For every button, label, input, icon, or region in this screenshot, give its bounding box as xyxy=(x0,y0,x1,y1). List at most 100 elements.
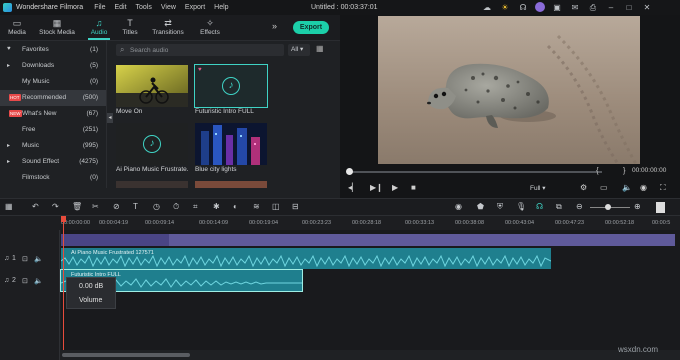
layout-icon[interactable]: ▦ xyxy=(5,202,13,211)
hot-badge: HOT xyxy=(9,94,21,101)
category-my-music[interactable]: My Music (0) xyxy=(0,74,106,90)
sun-icon[interactable]: ☀ xyxy=(499,2,511,13)
category-recommended[interactable]: HOT Recommended (500) xyxy=(0,90,106,106)
text-icon[interactable]: T xyxy=(133,202,138,211)
stop-icon[interactable]: ■ xyxy=(411,183,416,192)
menu-edit[interactable]: Edit xyxy=(114,4,126,11)
avatar-icon[interactable] xyxy=(535,2,545,12)
split-screen-icon[interactable]: ⊟ xyxy=(292,202,299,211)
expand-arrow-icon[interactable]: ▸ xyxy=(7,142,10,149)
menu-export[interactable]: Export xyxy=(185,4,205,11)
grid-view-icon[interactable]: ▦ xyxy=(316,44,324,53)
tab-media[interactable]: ▭ Media xyxy=(6,17,28,36)
export-button[interactable]: Export xyxy=(293,21,329,34)
panel-toggle-icon[interactable] xyxy=(656,202,665,213)
audio-clip-ai-piano[interactable]: Ai Piano Music Frustrated 127571 xyxy=(61,248,551,269)
expand-arrow-icon[interactable]: ▸ xyxy=(7,62,10,69)
city-lights-image xyxy=(195,123,267,165)
render-icon[interactable]: ◉ xyxy=(455,202,462,211)
settings-icon[interactable]: ⚙ xyxy=(580,183,587,192)
headset-icon[interactable]: ☊ xyxy=(517,2,529,13)
video-preview[interactable] xyxy=(378,16,640,164)
lock-icon[interactable]: ⊡ xyxy=(22,277,28,285)
category-sound-effect[interactable]: ▸ Sound Effect (4275) xyxy=(0,154,106,170)
split-icon[interactable]: ⊘ xyxy=(113,202,120,211)
timer-icon[interactable]: ⏱ xyxy=(173,202,179,212)
delete-icon[interactable]: 🗑 xyxy=(72,202,82,211)
zoom-in-icon[interactable]: ⊕ xyxy=(634,202,641,211)
media-thumb-partial[interactable] xyxy=(195,181,267,188)
redo-icon[interactable]: ↷ xyxy=(52,202,59,211)
category-downloads[interactable]: ▸ Downloads (5) xyxy=(0,58,106,74)
more-tabs-icon[interactable]: » xyxy=(272,21,277,31)
mic-icon[interactable]: 🎙 xyxy=(516,202,526,211)
expand-arrow-icon[interactable]: ▸ xyxy=(7,158,10,165)
fullscreen-icon[interactable]: ⛶ xyxy=(660,183,666,193)
display-icon[interactable]: ▭ xyxy=(600,183,608,192)
tab-audio[interactable]: ♫ Audio xyxy=(88,17,110,40)
collapse-panel-icon[interactable]: ◂ xyxy=(107,113,113,123)
tab-stock-media[interactable]: ▦ Stock Media xyxy=(39,17,75,36)
filter-select[interactable]: All ▾ xyxy=(288,44,310,56)
mask-icon[interactable]: ◫ xyxy=(272,202,280,211)
media-thumb-blue-city-lights[interactable] xyxy=(195,123,267,165)
video-clip[interactable] xyxy=(61,234,675,246)
video-clip-selection[interactable] xyxy=(61,234,169,246)
gift-icon[interactable]: ▣ xyxy=(551,2,563,13)
category-free[interactable]: Free (251) xyxy=(0,122,106,138)
category-favorites[interactable]: ♥ Favorites (1) xyxy=(0,42,106,58)
playhead[interactable] xyxy=(63,218,64,350)
menu-file[interactable]: File xyxy=(94,4,105,11)
timeline-ruler[interactable]: 00:00:00:00 00:00:04:19 00:00:09:14 00:0… xyxy=(0,216,680,230)
category-music[interactable]: ▸ Music (995) xyxy=(0,138,106,154)
speaker-icon[interactable]: 🔈 xyxy=(34,255,43,263)
undo-icon[interactable]: ↶ xyxy=(32,202,39,211)
freeze-icon[interactable]: ✱ xyxy=(213,202,220,211)
maximize-icon[interactable]: □ xyxy=(623,2,635,13)
app-name: Wondershare Filmora xyxy=(16,4,84,11)
close-icon[interactable]: ✕ xyxy=(641,2,653,13)
menu-view[interactable]: View xyxy=(161,4,176,11)
volume-icon[interactable]: 🔈 xyxy=(622,183,632,192)
play-pause-icon[interactable]: ▶❙ xyxy=(370,183,383,192)
category-whats-new[interactable]: NEW What's New (67) xyxy=(0,106,106,122)
tab-effects[interactable]: ✧ Effects xyxy=(199,17,221,36)
cut-icon[interactable]: ✂ xyxy=(92,202,99,211)
lock-icon[interactable]: ⊡ xyxy=(22,255,28,263)
zoom-out-icon[interactable]: ⊖ xyxy=(576,202,583,211)
zoom-slider-handle[interactable] xyxy=(605,204,611,210)
media-thumb-ai-piano[interactable]: ♪ xyxy=(116,123,188,165)
scrubber-handle[interactable] xyxy=(346,168,353,175)
save-icon[interactable]: ⎙ xyxy=(587,2,599,13)
menu-tools[interactable]: Tools xyxy=(136,4,152,11)
shield-icon[interactable]: ⛨ xyxy=(497,202,503,212)
message-icon[interactable]: ✉ xyxy=(569,2,581,13)
play-icon[interactable]: ▶ xyxy=(392,183,398,192)
mark-in-out-icon[interactable]: { } xyxy=(596,166,637,175)
media-thumb-move-on[interactable] xyxy=(116,65,188,107)
playback-scrubber[interactable] xyxy=(348,171,602,173)
snapshot-icon[interactable]: ◉ xyxy=(640,183,647,192)
media-thumb-futuristic-intro[interactable]: ♥ ♪ xyxy=(194,64,268,108)
favorite-heart-icon[interactable]: ♥ xyxy=(198,67,202,73)
quality-select[interactable]: Full ▾ xyxy=(530,183,570,194)
effects-icon: ✧ xyxy=(206,18,214,28)
minimize-icon[interactable]: – xyxy=(605,2,617,13)
tab-transitions[interactable]: ⇄ Transitions xyxy=(152,17,184,36)
audio-mixer-icon[interactable]: ☊ xyxy=(536,202,543,211)
snap-icon[interactable]: ⧉ xyxy=(556,202,562,212)
menu-help[interactable]: Help xyxy=(214,4,228,11)
tab-titles[interactable]: T Titles xyxy=(121,17,139,36)
media-thumb-partial[interactable] xyxy=(116,181,188,188)
search-input[interactable] xyxy=(130,45,280,55)
marker-icon[interactable]: ⬟ xyxy=(477,202,484,211)
color-icon[interactable]: ◐ xyxy=(233,202,238,211)
speed-icon[interactable]: ◷ xyxy=(153,202,160,211)
speaker-icon[interactable]: 🔈 xyxy=(34,277,43,285)
audio-adjust-icon[interactable]: ≋ xyxy=(253,202,260,211)
crop-icon[interactable]: ⌗ xyxy=(193,202,198,212)
category-filmstock[interactable]: Filmstock (0) xyxy=(0,170,106,186)
timeline-scrollbar[interactable] xyxy=(62,353,190,357)
cloud-icon[interactable]: ☁ xyxy=(481,2,493,13)
step-back-icon[interactable]: ◂▏ xyxy=(348,183,358,192)
